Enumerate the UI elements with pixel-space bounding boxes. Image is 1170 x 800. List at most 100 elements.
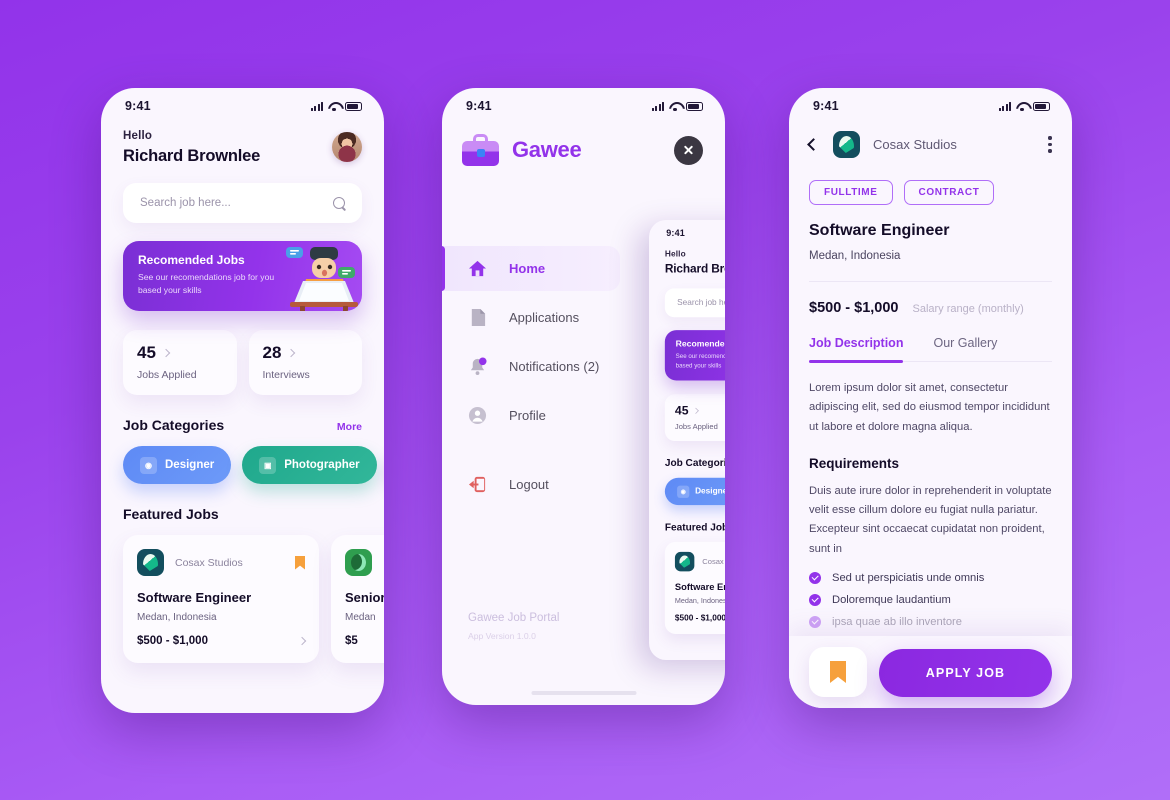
category-chip-designer[interactable]: ◉ Designer [123,446,232,484]
sidebar-item-label: Logout [509,477,549,492]
stat-value: 28 [262,343,282,362]
chip-label: Photographer [284,459,360,471]
briefcase-logo [462,134,499,166]
preview-content: 9:41 Hello Richard Brownlee Search job h… [649,220,725,634]
search-input[interactable]: Search job here... [664,288,725,318]
battery-icon [686,101,703,111]
section-title: Featured Jobs [664,520,725,533]
menu-footer: Gawee Job Portal App Version 1.0.0 [468,612,559,641]
bookmark-icon [830,661,846,683]
salary-label: Salary range (monthly) [912,303,1024,315]
banner-subtitle: See our recomendations job for you based… [138,272,275,296]
search-placeholder: Search job here... [677,298,725,308]
job-detail-screen: 9:41 Cosax Studios FULLTIME CONTRACT Sof… [789,88,1072,708]
banner-title: Recomended Jobs [675,338,725,349]
more-vertical-icon[interactable] [1048,136,1052,153]
user-avatar[interactable] [332,132,362,162]
greeting-label: Hello [123,130,153,142]
status-badge: CONTRACT [903,180,995,205]
home-indicator [531,690,636,695]
job-card[interactable]: Cosax Studios Software Engineer Medan, I… [123,535,319,663]
banner-subtitle: See our recomendations job for you based… [675,352,725,370]
logout-icon [468,475,487,494]
job-location: Medan, Indonesia [674,597,725,606]
job-location: Medan [345,612,376,623]
featured-jobs-header: Featured Jobs [665,521,725,533]
document-icon [468,308,487,327]
stat-label: Interviews [262,369,310,381]
greeting-label: Hello [664,250,686,259]
stat-card-jobs-applied[interactable]: 45 Jobs Applied [664,394,725,442]
job-categories-header: Job Categories [665,457,725,469]
tab-job-description[interactable]: Job Description [809,336,904,363]
search-placeholder: Search job here... [140,197,231,209]
search-input[interactable]: Search job here... [123,183,362,223]
category-chips: ◉ Designer ▣ Photographer <> [123,446,377,484]
cosax-logo [674,551,695,572]
job-tags: FULLTIME CONTRACT [809,180,1052,205]
recommended-jobs-banner[interactable]: Recomended Jobs See our recomendations j… [664,330,725,381]
job-title: Software Engineer [137,590,252,605]
back-arrow-icon[interactable] [807,138,820,151]
battery-icon [1033,101,1050,111]
job-card[interactable]: Senior Medan $5 [331,535,384,663]
chevron-right-icon [161,348,171,358]
person-icon [468,406,487,425]
footer-title: Gawee Job Portal [468,612,560,624]
detail-tabs: Job Description Our Gallery [809,336,1052,363]
category-chip-designer[interactable]: ◉ Designer [664,477,725,506]
phone-mockup-job-detail: 9:41 Cosax Studios FULLTIME CONTRACT Sof… [789,88,1072,708]
status-bar: 9:41 [101,88,384,124]
sidebar-item-home[interactable]: Home [442,246,620,291]
apply-job-button[interactable]: APPLY JOB [879,649,1052,697]
chip-label: Designer [695,487,725,496]
bookmark-button[interactable] [809,647,867,697]
status-badge: FULLTIME [809,180,893,205]
tab-our-gallery[interactable]: Our Gallery [933,336,997,361]
status-bar: 9:41 [789,88,1072,124]
status-time: 9:41 [125,99,151,113]
search-icon[interactable] [333,196,346,210]
requirements-intro: Duis aute irure dolor in reprehenderit i… [809,484,1052,555]
job-title: Senior [345,590,384,605]
more-link[interactable]: More [337,421,362,433]
bookmark-icon[interactable] [295,555,305,570]
brand-name: Gawee [512,137,582,162]
requirements-list: Sed ut perspiciatis unde omnis Doloremqu… [809,571,1052,628]
stat-value: 45 [674,403,689,418]
status-time: 9:41 [466,99,492,113]
status-bar: 9:41 [649,220,725,246]
close-icon[interactable] [674,135,703,165]
stat-card-jobs-applied[interactable]: 45 Jobs Applied [123,330,237,395]
job-salary: $5 [345,635,358,647]
footer-version: App Version 1.0.0 [468,631,536,641]
home-icon [468,259,487,278]
job-card[interactable]: Cosax Studios Software Engineer Medan, I… [664,541,725,634]
featured-jobs-header: Featured Jobs [123,506,362,522]
sidebar-item-label: Home [509,261,546,276]
section-title: Featured Jobs [123,506,219,522]
stat-label: Jobs Applied [674,422,718,431]
job-salary: $500 - $1,000 [674,613,725,623]
chevron-right-icon [297,636,307,646]
category-chip-photographer[interactable]: ▣ Photographer [242,446,377,484]
bell-icon [468,357,487,376]
page-title: Software Engineer [809,222,950,239]
status-time: 9:41 [813,99,839,113]
job-description-text: Lorem ipsum dolor sit amet, consectetur … [809,382,1050,433]
stat-card-interviews[interactable]: 28 Interviews [248,330,362,395]
signal-bars-icon [310,101,323,111]
status-time: 9:41 [666,227,685,238]
home-screen-preview[interactable]: 9:41 Hello Richard Brownlee Search job h… [649,220,725,660]
phone-mockup-home: 9:41 Hello Richard Brownlee Search job h… [101,88,384,713]
sidebar-item-label: Notifications (2) [509,359,600,374]
signal-bars-icon [998,101,1011,111]
salary-row: $500 - $1,000 Salary range (monthly) [809,281,1052,316]
wifi-icon [669,102,681,111]
company-name: Cosax Studios [873,137,957,152]
job-company: Cosax Studios [175,556,243,569]
job-title: Software Engineer [674,581,725,593]
recommended-jobs-banner[interactable]: Recomended Jobs See our recomendations j… [123,241,362,311]
green-company-logo [345,549,372,576]
palette-icon: ◉ [677,485,690,498]
